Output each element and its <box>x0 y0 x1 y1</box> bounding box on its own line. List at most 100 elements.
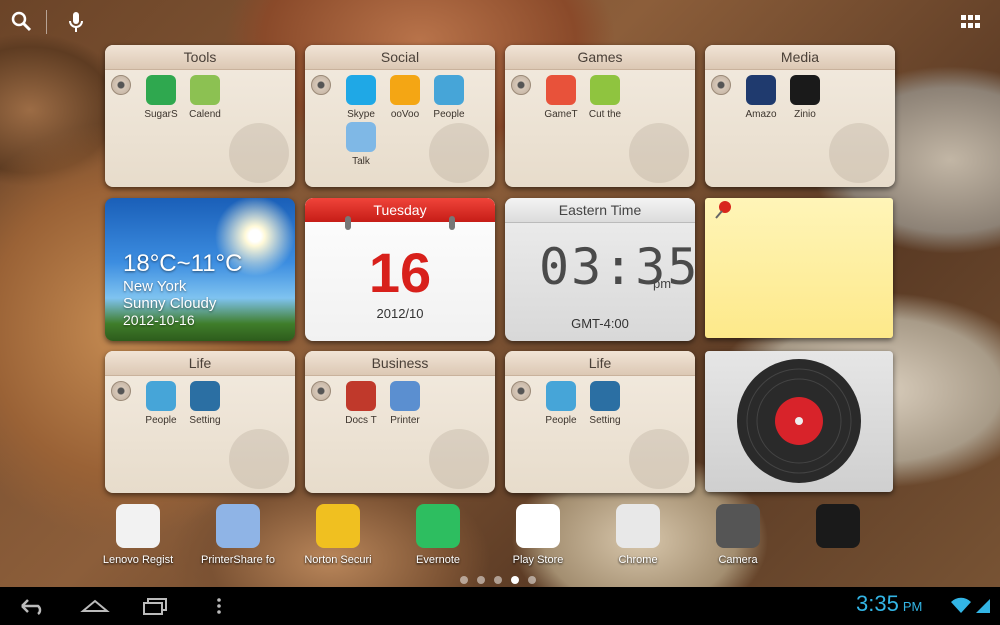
weather-widget[interactable]: 18°C~11°C New York Sunny Cloudy 2012-10-… <box>105 198 295 341</box>
oovoo-icon <box>390 75 420 105</box>
wifi-icon <box>950 597 972 615</box>
folder-apps: People Setting <box>139 379 289 426</box>
app-label: Calend <box>189 109 221 120</box>
app-label: Talk <box>352 156 370 167</box>
app-shortcut[interactable]: Calend <box>183 73 227 120</box>
folder-watermark-icon <box>629 123 689 183</box>
app-shortcut[interactable]: Printer <box>383 379 427 426</box>
music-player-widget[interactable] <box>705 351 893 492</box>
dock-label: PrinterShare fo <box>201 554 275 566</box>
page-dot[interactable] <box>477 576 485 584</box>
all-apps-grid-icon[interactable] <box>960 12 984 36</box>
folder-business[interactable]: Business Docs T Printer <box>305 351 495 493</box>
divider <box>46 10 47 34</box>
people-icon <box>546 381 576 411</box>
app-shortcut[interactable]: GameT <box>539 73 583 120</box>
folder-life[interactable]: Life People Setting <box>105 351 295 493</box>
app-shortcut[interactable]: Zinio <box>783 73 827 120</box>
menu-icon[interactable] <box>216 597 222 615</box>
dock-item[interactable]: Evernote <box>388 500 488 566</box>
weather-city: New York <box>123 278 187 295</box>
recent-apps-icon[interactable] <box>142 596 170 616</box>
app-shortcut[interactable]: People <box>139 379 183 426</box>
app-icon <box>816 504 860 548</box>
microphone-icon[interactable] <box>64 10 88 34</box>
home-icon[interactable] <box>80 597 110 615</box>
sticky-note-widget[interactable] <box>705 198 893 338</box>
app-shortcut[interactable]: Docs T <box>339 379 383 426</box>
dock-item[interactable] <box>788 500 888 554</box>
dock-label: Evernote <box>415 554 461 566</box>
folder-life[interactable]: Life People Setting <box>505 351 695 493</box>
app-shortcut[interactable]: ooVoo <box>383 73 427 120</box>
cut-the-rope-icon <box>590 75 620 105</box>
status-ampm: PM <box>902 599 923 614</box>
settings-icon <box>190 381 220 411</box>
dock-label: Norton Securi <box>304 554 372 566</box>
dock-item[interactable]: Chrome <box>588 500 688 566</box>
people-icon <box>434 75 464 105</box>
page-dot[interactable] <box>528 576 536 584</box>
app-shortcut[interactable]: SugarS <box>139 73 183 120</box>
weather-temp: 18°C~11°C <box>123 250 243 277</box>
folder-title: Games <box>505 45 695 70</box>
weather-condition: Sunny Cloudy <box>123 295 217 312</box>
calendar-binder-rings <box>345 216 455 230</box>
clock-widget[interactable]: Eastern Time 03:35 pm GMT-4:00 <box>505 198 695 341</box>
play-store-icon <box>516 504 560 548</box>
app-shortcut[interactable]: Talk <box>339 120 383 167</box>
app-shortcut[interactable]: Cut the <box>583 73 627 120</box>
folder-title: Social <box>305 45 495 70</box>
folder-watermark-icon <box>429 429 489 489</box>
app-shortcut[interactable]: Setting <box>583 379 627 426</box>
status-time-value: 3:35 <box>856 591 899 616</box>
docs-icon <box>346 381 376 411</box>
hummingbird-icon <box>146 75 176 105</box>
dock-item[interactable]: Camera <box>688 500 788 566</box>
search-icon[interactable] <box>10 10 34 34</box>
dock-item[interactable]: PrinterShare fo <box>188 500 288 566</box>
dock-label: Chrome <box>618 554 658 566</box>
folder-tools[interactable]: Tools SugarS Calend <box>105 45 295 187</box>
folder-apps: Docs T Printer <box>339 379 489 426</box>
folder-title: Business <box>305 351 495 376</box>
dock-item[interactable]: Norton Securi <box>288 500 388 566</box>
folder-social[interactable]: Social Skype ooVoo People Talk <box>305 45 495 187</box>
binder-ring-icon <box>511 75 531 95</box>
navigation-bar: 3:35 PM <box>0 587 1000 625</box>
page-dot[interactable] <box>494 576 502 584</box>
settings-icon <box>590 381 620 411</box>
calendar-widget[interactable]: Tuesday 16 2012/10 <box>305 198 495 341</box>
binder-ring-icon <box>711 75 731 95</box>
dock-label: Play Store <box>512 554 564 566</box>
folder-watermark-icon <box>829 123 889 183</box>
binder-ring-icon <box>511 381 531 401</box>
folder-watermark-icon <box>229 429 289 489</box>
app-label: SugarS <box>144 109 178 120</box>
folder-games[interactable]: Games GameT Cut the <box>505 45 695 187</box>
app-label: Setting <box>189 415 221 426</box>
page-dot[interactable] <box>511 576 519 584</box>
folder-title: Tools <box>105 45 295 70</box>
calendar-icon <box>190 75 220 105</box>
dock-item[interactable]: Lenovo Regist <box>88 500 188 566</box>
folder-media[interactable]: Media Amazo Zinio <box>705 45 895 187</box>
app-shortcut[interactable]: Skype <box>339 73 383 120</box>
folder-watermark-icon <box>629 429 689 489</box>
back-icon[interactable] <box>18 597 46 615</box>
clock-time: 03:35 <box>539 238 695 296</box>
chrome-icon <box>616 504 660 548</box>
folder-title: Media <box>705 45 895 70</box>
dock-item[interactable]: Play Store <box>488 500 588 566</box>
app-label: Cut the <box>588 109 622 120</box>
app-shortcut[interactable]: Amazo <box>739 73 783 120</box>
app-shortcut[interactable]: People <box>539 379 583 426</box>
clock-ampm: pm <box>653 276 672 291</box>
page-dot[interactable] <box>460 576 468 584</box>
app-shortcut[interactable]: People <box>427 73 471 120</box>
app-label: Setting <box>589 415 621 426</box>
app-label: Skype <box>347 109 375 120</box>
registration-form-icon <box>116 504 160 548</box>
app-shortcut[interactable]: Setting <box>183 379 227 426</box>
app-label: Docs T <box>345 415 377 426</box>
